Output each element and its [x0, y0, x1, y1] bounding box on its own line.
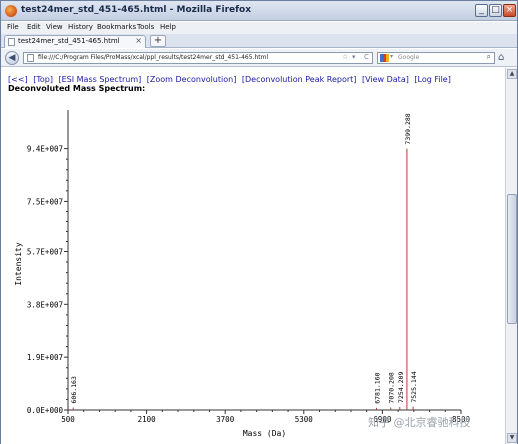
menu-tools[interactable]: Tools: [137, 23, 154, 31]
google-icon[interactable]: [380, 54, 389, 62]
x-tick-label: 2100: [138, 415, 157, 424]
back-button[interactable]: ◀: [5, 51, 19, 65]
reload-icon[interactable]: C: [364, 53, 369, 61]
page-icon: [8, 38, 15, 46]
url-dropdown-icon[interactable]: ▾: [352, 53, 356, 61]
new-tab-button[interactable]: +: [150, 35, 166, 47]
chart-peaks: 606.163 6781.160 7070.208 7254.209 7399.288 7…: [70, 113, 418, 410]
url-text: file:///C:/Program Files/ProMass/xcal/pp…: [38, 54, 269, 61]
y-tick-label: 3.8E+007: [27, 300, 63, 309]
firefox-icon: [5, 5, 17, 17]
y-tick-label: 9.4E+007: [27, 145, 63, 154]
page-icon: [27, 54, 34, 62]
peak-label: 7399.288: [404, 113, 412, 144]
peak-label: 7254.209: [397, 372, 405, 403]
menu-help[interactable]: Help: [160, 23, 176, 31]
navigation-bar: ◀ file:///C:/Program Files/ProMass/xcal/…: [1, 49, 517, 67]
menu-edit[interactable]: Edit: [27, 23, 41, 31]
mass-spectrum-chart: 0.0E+000 1.9E+007 3.8E+007 5.7E+007 7.5E+007…: [14, 110, 471, 438]
y-axis-label: Intensity: [14, 242, 23, 286]
menu-view[interactable]: View: [46, 23, 63, 31]
x-tick-label: 3700: [216, 415, 235, 424]
scroll-up-arrow-icon[interactable]: ▲: [507, 69, 517, 79]
y-tick-label: 0.0E+000: [27, 406, 64, 415]
menu-history[interactable]: History: [68, 23, 93, 31]
home-icon[interactable]: ⌂: [498, 52, 504, 63]
peak-label: 7525.144: [410, 371, 418, 402]
close-button[interactable]: ×: [503, 4, 516, 17]
x-tick-label: 5300: [295, 415, 314, 424]
menu-file[interactable]: File: [7, 23, 19, 31]
watermark: 知乎 @北京睿驰科技: [368, 415, 471, 429]
search-placeholder: Google: [398, 54, 420, 61]
url-bar[interactable]: file:///C:/Program Files/ProMass/xcal/pp…: [23, 52, 373, 64]
tab-bar: test24mer_std_451-465.html × +: [1, 34, 517, 48]
browser-window: test24mer_std_451-465.html - Mozilla Fir…: [0, 0, 518, 444]
scroll-thumb[interactable]: [507, 194, 517, 324]
peak-label: 7070.208: [388, 372, 396, 403]
tab-current[interactable]: test24mer_std_451-465.html ×: [4, 35, 146, 48]
x-tick-label: 500: [61, 415, 75, 424]
window-title: test24mer_std_451-465.html - Mozilla Fir…: [21, 5, 252, 15]
search-icon[interactable]: ⌕: [487, 52, 491, 62]
y-tick-label: 7.5E+007: [27, 197, 63, 206]
tab-label: test24mer_std_451-465.html: [18, 37, 120, 45]
vertical-scrollbar[interactable]: ▲ ▼: [505, 68, 517, 444]
search-box[interactable]: ▾ Google ⌕: [377, 52, 495, 64]
title-bar: test24mer_std_451-465.html - Mozilla Fir…: [1, 1, 517, 21]
bookmark-star-icon[interactable]: ☆: [342, 53, 348, 61]
scroll-down-arrow-icon[interactable]: ▼: [507, 433, 517, 443]
maximize-button[interactable]: □: [489, 4, 502, 17]
y-tick-label: 5.7E+007: [27, 247, 63, 256]
tab-close-icon[interactable]: ×: [135, 36, 142, 45]
y-tick-label: 1.9E+007: [27, 353, 63, 362]
peak-label: 6781.160: [374, 372, 382, 403]
menu-bar: File Edit View History Bookmarks Tools H…: [1, 22, 517, 34]
minimize-button[interactable]: _: [475, 4, 488, 17]
x-axis-label: Mass (Da): [243, 429, 286, 438]
search-engine-dropdown-icon[interactable]: ▾: [390, 53, 393, 60]
peak-label: 606.163: [70, 376, 78, 403]
menu-bookmarks[interactable]: Bookmarks: [97, 23, 136, 31]
